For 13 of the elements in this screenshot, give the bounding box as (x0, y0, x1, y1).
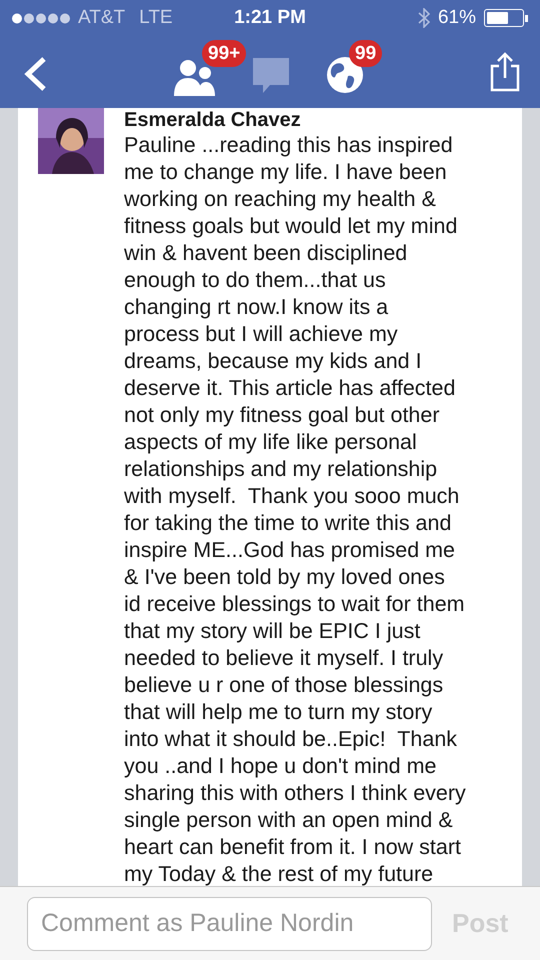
comment-text: Pauline ...reading this has inspired me to change my life. I have been working on reaching my health & fitness goals but would let my mind win & havent been disciplined enough to do them...that us changing rt now.I know its a process but I will achieve my dreams, because my kids and I deserve it. This article has affected not only my fitness goal but other aspects of my life like personal relationships and my relationship with myself. Thank you sooo much for taking the time to write this and inspire ME...God has promised me & I've been told by my loved ones id receive blessings to wait for them that my story will be EPIC I just needed to believe it myself. I truly believe u r one of those blessings that will help me to turn my story into what it should be..Epic! Thank you ..and I hope u don't mind me sharing this with others I think every single person with an open mind & heart can benefit from it. I now start my Today & the rest of my future (124, 132, 466, 886)
count-badge: 99 (349, 40, 382, 67)
battery-percentage: 61% (438, 6, 476, 30)
comment-field[interactable]: Comment as Pauline Nordin (27, 896, 432, 950)
carrier-name: AT&T (78, 6, 126, 30)
signal-icon (12, 12, 70, 24)
clock-time: 1:21 PM (233, 6, 307, 30)
count-badge: 99+ (202, 40, 246, 67)
author-name[interactable]: Esmeralda Chavez (124, 108, 466, 132)
share-button[interactable] (490, 52, 520, 92)
bluetooth-icon (418, 8, 430, 28)
battery-icon (484, 9, 524, 27)
network-type: LTE (139, 6, 173, 30)
